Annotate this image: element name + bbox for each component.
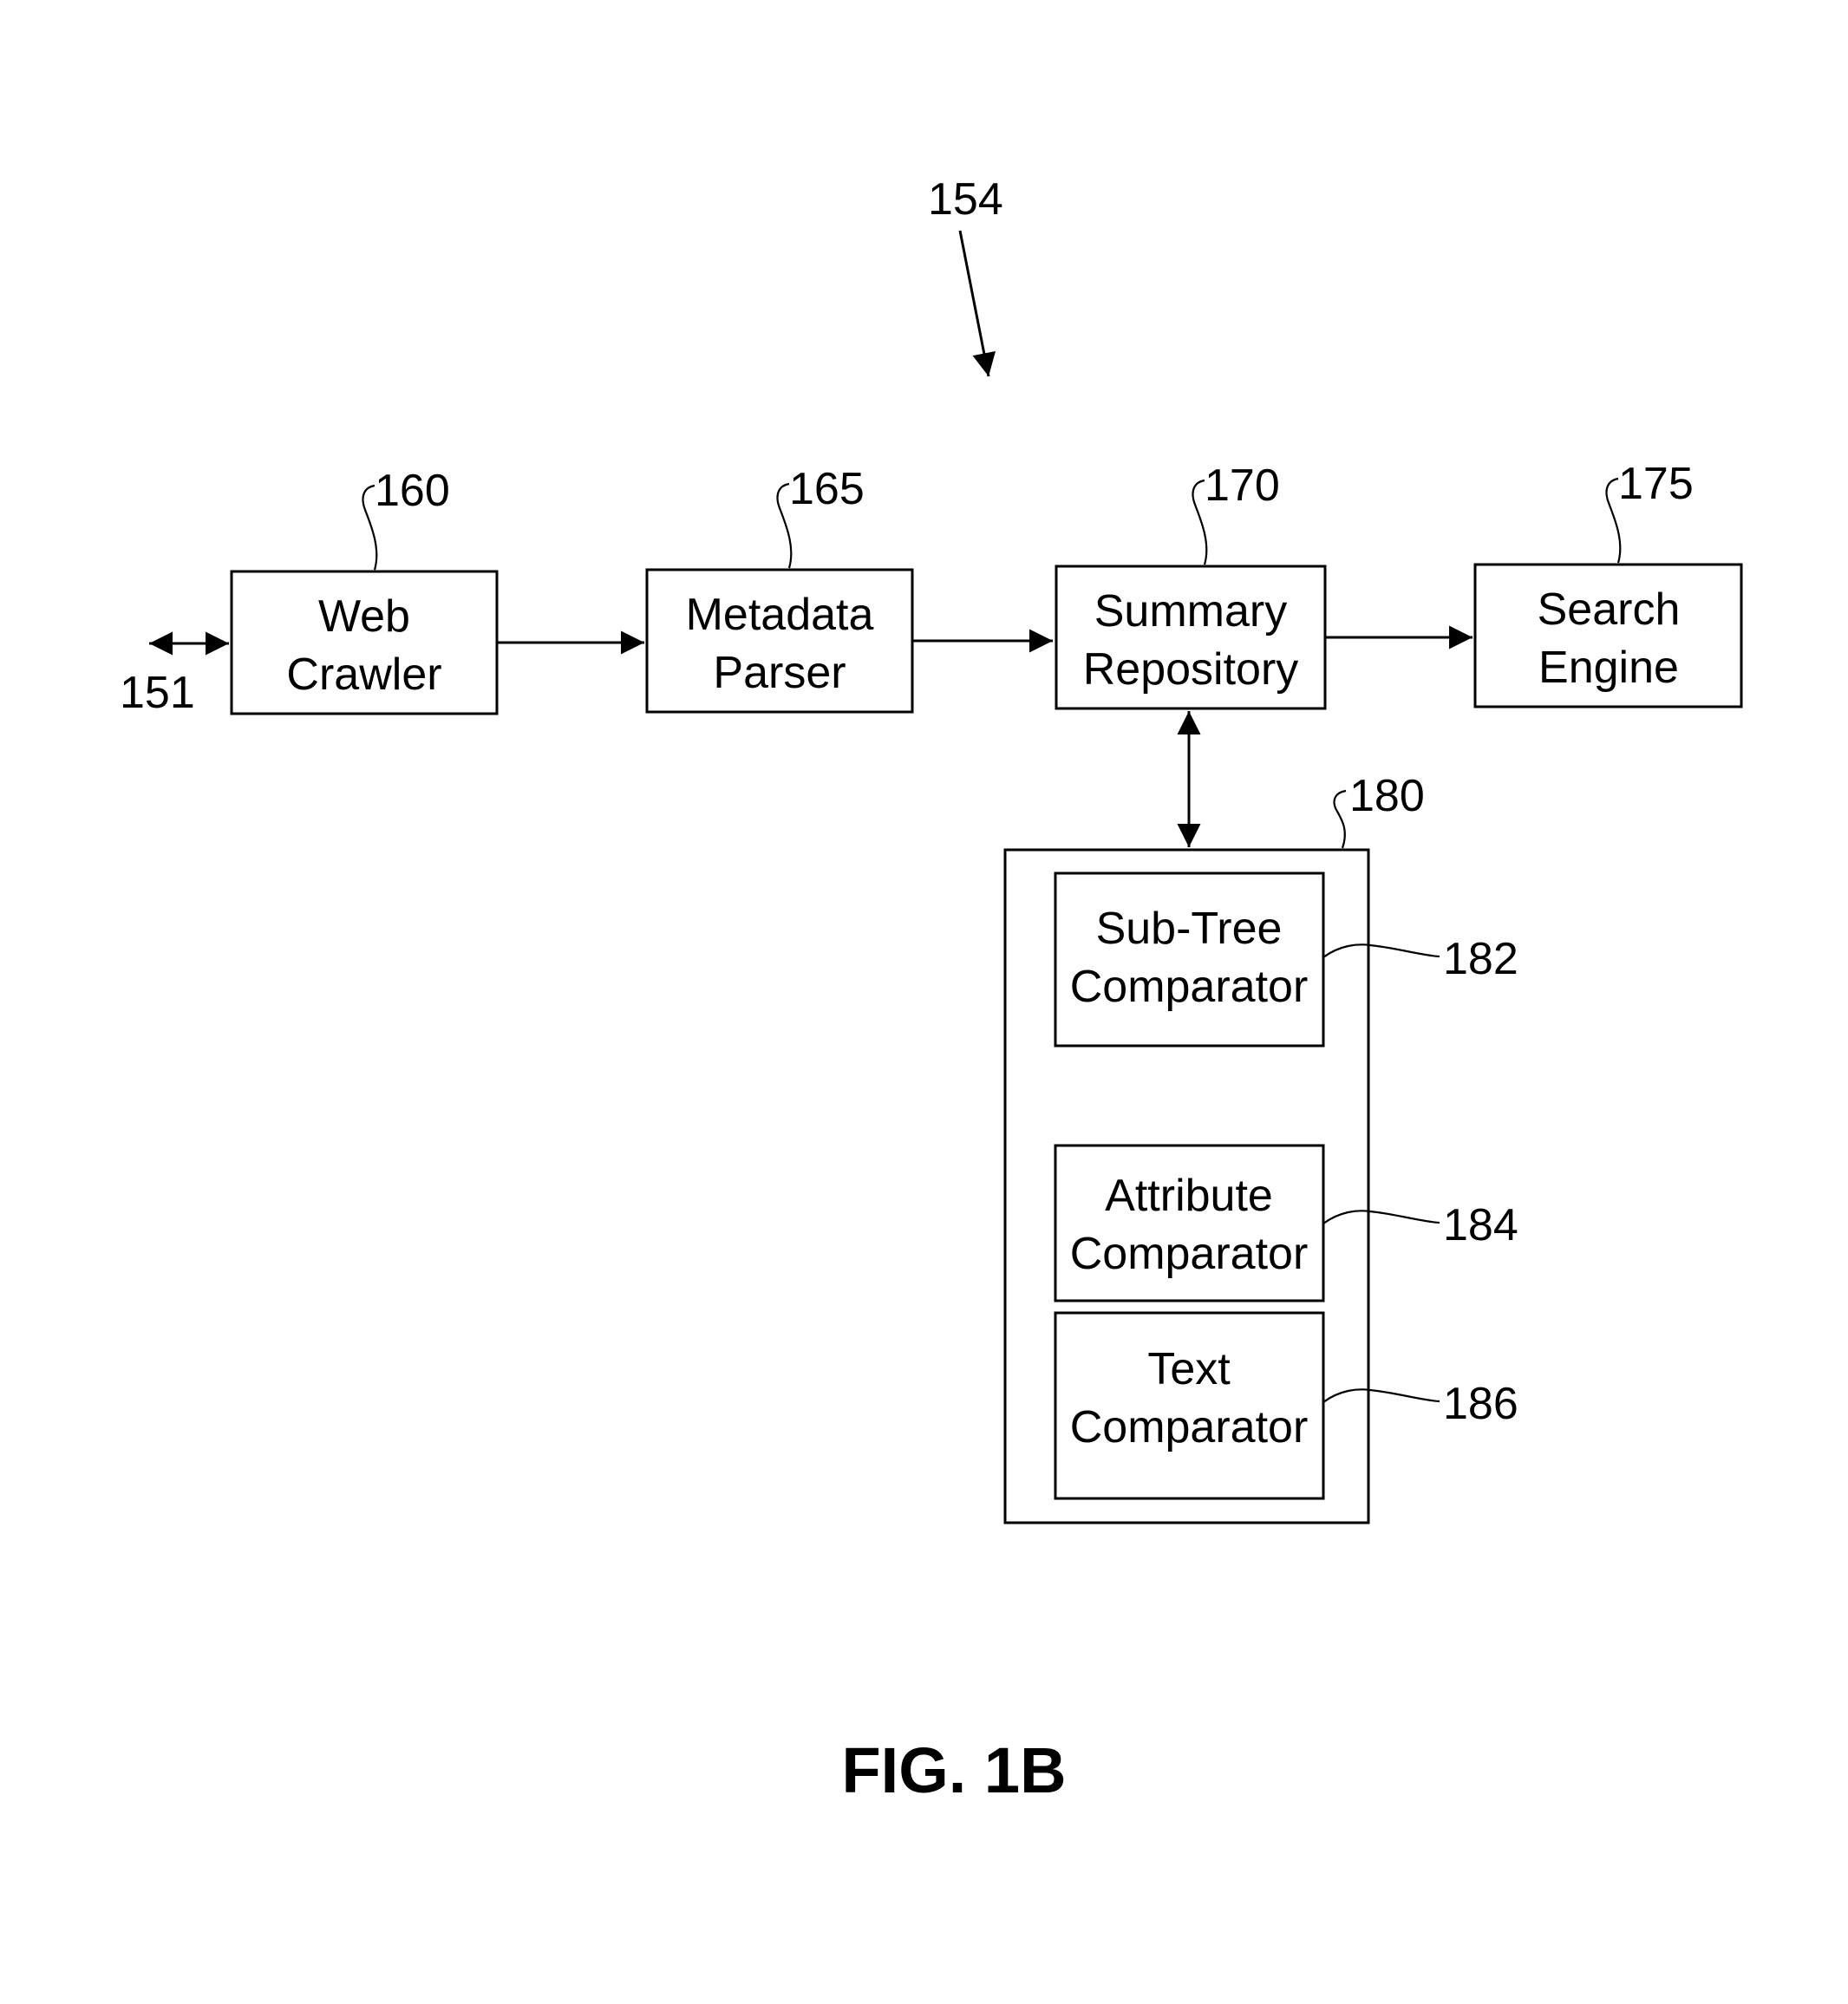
system-ref-label: 154	[928, 174, 1003, 225]
summary-repository-ref-label: 170	[1205, 460, 1280, 511]
attribute-comparator-label-line2: Comparator	[1070, 1229, 1309, 1279]
summary-repository-block[interactable]: Summary Repository	[1055, 565, 1327, 710]
search-engine-block[interactable]: Search Engine	[1473, 563, 1743, 708]
metadata-parser-label-line1: Metadata	[686, 590, 874, 640]
comparator-group-ref-label: 180	[1349, 771, 1425, 821]
sub-tree-comparator-block[interactable]: Sub-Tree Comparator	[1054, 871, 1325, 1048]
figure-title: FIG. 1B	[841, 1734, 1066, 1806]
sub-tree-comparator-ref-label: 182	[1443, 934, 1518, 984]
text-comparator-label-line2: Comparator	[1070, 1402, 1309, 1452]
sub-tree-comparator-label-line2: Comparator	[1070, 962, 1309, 1012]
sub-tree-comparator-label-line1: Sub-Tree	[1096, 904, 1283, 954]
metadata-parser-block[interactable]: Metadata Parser	[645, 568, 914, 714]
search-engine-label-line1: Search	[1538, 584, 1681, 635]
search-engine-label-line2: Engine	[1538, 643, 1679, 693]
web-crawler-block[interactable]: Web Crawler	[230, 570, 499, 715]
attribute-comparator-label-line1: Attribute	[1105, 1171, 1273, 1221]
metadata-parser-label-line2: Parser	[713, 648, 846, 698]
metadata-parser-ref-label: 165	[789, 464, 865, 514]
text-comparator-ref-label: 186	[1443, 1379, 1518, 1429]
summary-repository-label-line1: Summary	[1094, 586, 1287, 636]
diagram-canvas: 154 151 Web Crawler 160 Metadata Parser …	[120, 174, 1743, 1806]
text-comparator-label-line1: Text	[1147, 1344, 1231, 1394]
web-crawler-ref-label: 160	[375, 466, 450, 516]
attribute-comparator-ref-label: 184	[1443, 1200, 1518, 1250]
attribute-comparator-block[interactable]: Attribute Comparator	[1054, 1144, 1325, 1302]
search-engine-ref-label: 175	[1618, 459, 1694, 509]
summary-repository-label-line2: Repository	[1083, 644, 1299, 695]
external-ref-label: 151	[120, 668, 195, 718]
web-crawler-label-line2: Crawler	[286, 650, 441, 700]
text-comparator-block[interactable]: Text Comparator	[1054, 1311, 1325, 1500]
comparator-group-leader-line	[1333, 789, 1347, 849]
web-crawler-label-line1: Web	[318, 591, 410, 642]
sub-tree-comparator-box[interactable]	[1054, 871, 1325, 1048]
system-ref-arrow	[958, 230, 996, 377]
